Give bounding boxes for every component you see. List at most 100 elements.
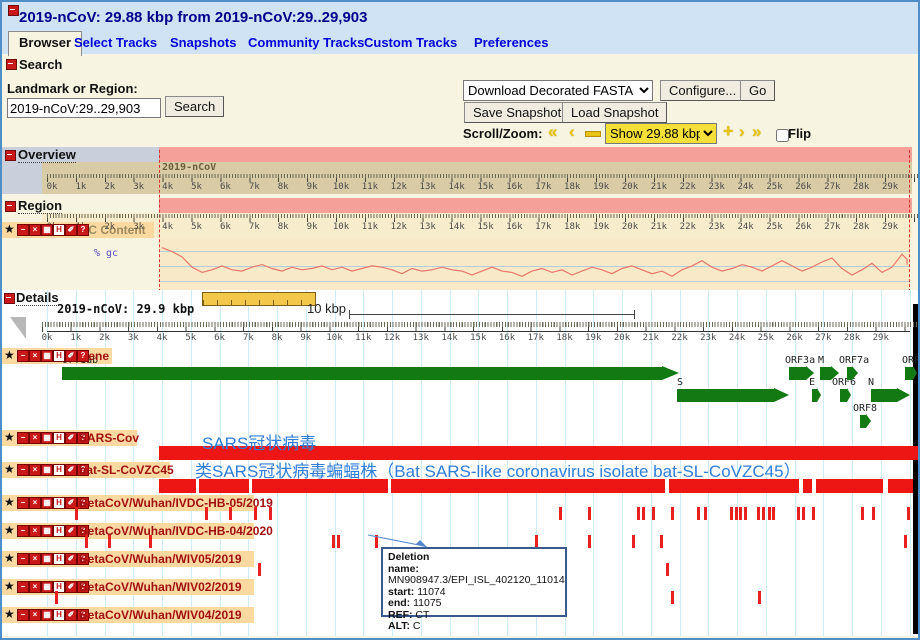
tab-community-tracks[interactable]: Community Tracks: [248, 35, 364, 50]
collapse-page-icon[interactable]: [8, 5, 19, 16]
variant-tick[interactable]: [337, 535, 340, 548]
variant-tick[interactable]: [757, 507, 760, 520]
close-icon[interactable]: ×: [29, 525, 41, 537]
variant-tick[interactable]: [632, 535, 635, 548]
gene-feature-ORF6[interactable]: [840, 389, 847, 402]
variant-tick[interactable]: [735, 507, 738, 520]
track-label-bat-SL-CoVZC45[interactable]: bat-SL-CoVZC45: [79, 463, 174, 477]
bar-segment[interactable]: [888, 479, 913, 493]
variant-tick[interactable]: [269, 507, 272, 520]
share-icon[interactable]: ▦: [41, 581, 53, 593]
minus-icon[interactable]: −: [17, 525, 29, 537]
variant-tick[interactable]: [55, 591, 58, 604]
variant-tick[interactable]: [802, 507, 805, 520]
variant-tick[interactable]: [762, 507, 765, 520]
favorite-star-icon[interactable]: ★: [4, 497, 15, 508]
configure-button[interactable]: Configure...: [660, 80, 745, 101]
variant-tick[interactable]: [739, 507, 742, 520]
edit-icon[interactable]: ✐: [65, 553, 77, 565]
minus-icon[interactable]: −: [17, 553, 29, 565]
track-label-BetaCoV/Wuhan/WIV04/2019[interactable]: BetaCoV/Wuhan/WIV04/2019: [79, 608, 242, 622]
favorite-star-icon[interactable]: ★: [4, 525, 15, 536]
measure-ruler-widget[interactable]: [202, 292, 316, 306]
favorite-H-icon[interactable]: H: [53, 224, 65, 236]
minus-icon[interactable]: −: [17, 464, 29, 476]
load-snapshot-button[interactable]: Load Snapshot: [562, 102, 667, 123]
share-icon[interactable]: ▦: [41, 553, 53, 565]
share-icon[interactable]: ▦: [41, 525, 53, 537]
variant-tick[interactable]: [258, 563, 261, 576]
favorite-star-icon[interactable]: ★: [4, 224, 15, 235]
track-label-SARS-Cov[interactable]: SARS-Cov: [79, 431, 139, 445]
zoom-out-icon[interactable]: [585, 131, 601, 137]
overview-selection-bar[interactable]: [159, 147, 912, 162]
gene-feature-N[interactable]: [871, 389, 897, 402]
minus-icon[interactable]: −: [17, 609, 29, 621]
variant-tick[interactable]: [666, 563, 669, 576]
favorite-star-icon[interactable]: ★: [4, 350, 15, 361]
variant-tick[interactable]: [861, 507, 864, 520]
share-icon[interactable]: ▦: [41, 224, 53, 236]
close-icon[interactable]: ×: [29, 581, 41, 593]
scroll-far-right-icon[interactable]: »: [752, 125, 761, 139]
variant-tick[interactable]: [588, 507, 591, 520]
share-icon[interactable]: ▦: [41, 350, 53, 362]
variant-tick[interactable]: [559, 507, 562, 520]
scroll-far-left-icon[interactable]: «: [548, 125, 557, 139]
variant-tick[interactable]: [254, 507, 257, 520]
region-selection-bar[interactable]: [159, 198, 912, 213]
help-icon[interactable]: ?: [77, 350, 89, 362]
share-icon[interactable]: ▦: [41, 609, 53, 621]
zoom-level-select[interactable]: Show 29.88 kbp: [605, 123, 717, 144]
tab-custom-tracks[interactable]: Custom Tracks: [364, 35, 457, 50]
variant-tick[interactable]: [904, 535, 907, 548]
edit-icon[interactable]: ✐: [65, 350, 77, 362]
track-label-BetaCoV/Wuhan/WIV02/2019[interactable]: BetaCoV/Wuhan/WIV02/2019: [79, 580, 242, 594]
favorite-H-icon[interactable]: H: [53, 525, 65, 537]
collapse-overview-icon[interactable]: [5, 150, 16, 161]
favorite-H-icon[interactable]: H: [53, 553, 65, 565]
zoom-in-icon[interactable]: +: [723, 124, 734, 138]
close-icon[interactable]: ×: [29, 553, 41, 565]
favorite-H-icon[interactable]: H: [53, 350, 65, 362]
gene-feature-orf1ab[interactable]: [62, 367, 662, 380]
close-icon[interactable]: ×: [29, 497, 41, 509]
collapse-details-icon[interactable]: [4, 293, 15, 304]
save-snapshot-button[interactable]: Save Snapshot: [464, 102, 570, 123]
bar-segment[interactable]: [816, 479, 883, 493]
variant-tick[interactable]: [332, 535, 335, 548]
edit-icon[interactable]: ✐: [65, 464, 77, 476]
close-icon[interactable]: ×: [29, 432, 41, 444]
favorite-star-icon[interactable]: ★: [4, 553, 15, 564]
variant-tick[interactable]: [75, 507, 78, 520]
help-icon[interactable]: ?: [77, 224, 89, 236]
variant-tick[interactable]: [697, 507, 700, 520]
favorite-star-icon[interactable]: ★: [4, 464, 15, 475]
gene-feature-S[interactable]: [677, 389, 774, 402]
track-label-BetaCoV/Wuhan/WIV05/2019[interactable]: BetaCoV/Wuhan/WIV05/2019: [79, 552, 242, 566]
edit-icon[interactable]: ✐: [65, 525, 77, 537]
favorite-H-icon[interactable]: H: [53, 609, 65, 621]
variant-tick[interactable]: [229, 507, 232, 520]
variant-tick[interactable]: [704, 507, 707, 520]
variant-tick[interactable]: [812, 507, 815, 520]
tab-browser[interactable]: Browser: [8, 31, 82, 56]
scroll-left-icon[interactable]: ‹: [569, 125, 575, 139]
scroll-right-icon[interactable]: ›: [739, 125, 745, 139]
variant-tick[interactable]: [671, 591, 674, 604]
variant-tick[interactable]: [671, 507, 674, 520]
favorite-H-icon[interactable]: H: [53, 497, 65, 509]
gene-feature-ORF3a[interactable]: [789, 367, 806, 380]
download-select[interactable]: Download Decorated FASTA File: [463, 80, 653, 101]
variant-tick[interactable]: [660, 535, 663, 548]
tab-snapshots[interactable]: Snapshots: [170, 35, 236, 50]
bar-segment[interactable]: [803, 479, 812, 493]
minus-icon[interactable]: −: [17, 497, 29, 509]
close-icon[interactable]: ×: [29, 224, 41, 236]
collapse-region-icon[interactable]: [5, 201, 16, 212]
tab-select-tracks[interactable]: Select Tracks: [74, 35, 157, 50]
favorite-star-icon[interactable]: ★: [4, 432, 15, 443]
minus-icon[interactable]: −: [17, 432, 29, 444]
variant-tick[interactable]: [108, 535, 111, 548]
gene-feature-M[interactable]: [820, 367, 831, 380]
